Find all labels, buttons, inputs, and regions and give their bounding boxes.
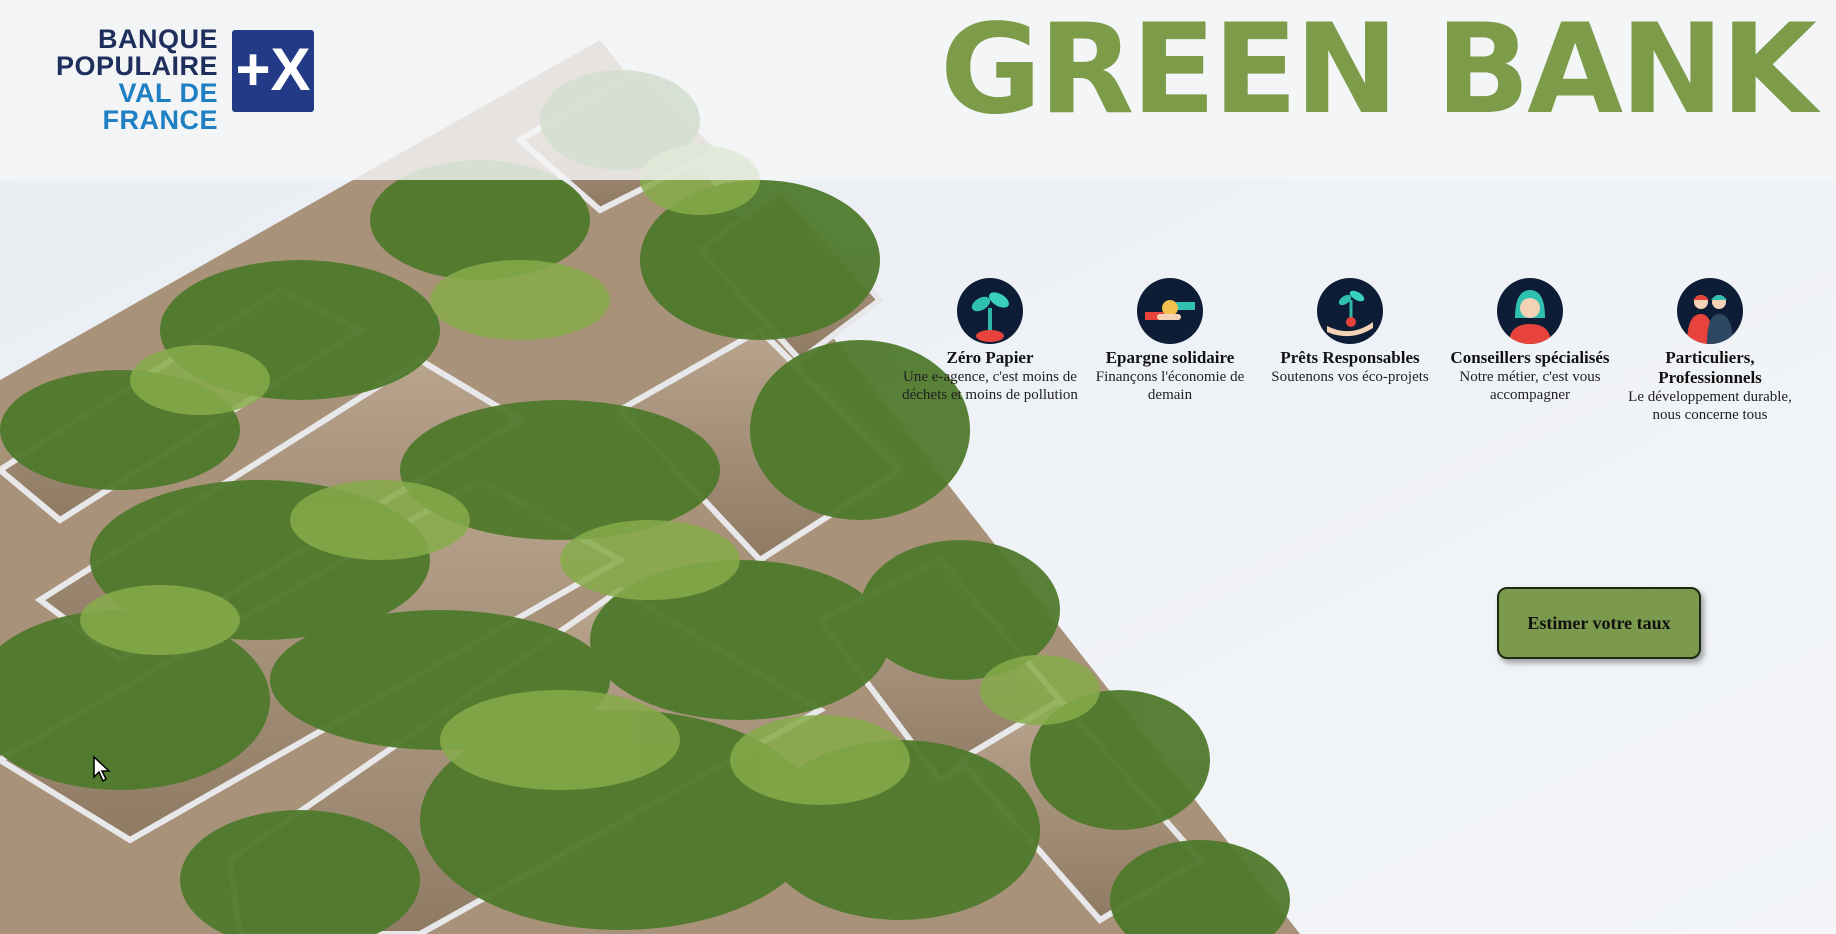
plant-in-hand-icon bbox=[1317, 278, 1383, 344]
feature-title: Particuliers, Professionnels bbox=[1658, 348, 1762, 387]
feature-responsible-loans: Prêts Responsables Soutenons vos éco-pro… bbox=[1260, 278, 1440, 386]
feature-title: Epargne solidaire bbox=[1105, 348, 1235, 367]
logo-line-1: BANQUE bbox=[97, 24, 218, 54]
feature-specialized-advisors: Conseillers spécialisés Notre métier, c'… bbox=[1440, 278, 1620, 404]
bank-logo[interactable]: BANQUE POPULAIRE VAL DE FRANCE +X bbox=[4, 26, 314, 134]
feature-description: Finançons l'économie de demain bbox=[1095, 369, 1245, 403]
handshake-icon bbox=[1137, 278, 1203, 344]
feature-description: Soutenons vos éco-projets bbox=[1271, 369, 1429, 385]
estimate-rate-button[interactable]: Estimer votre taux bbox=[1497, 587, 1701, 659]
logo-wordmark: BANQUE POPULAIRE VAL DE FRANCE bbox=[4, 26, 218, 134]
logo-line-3: VAL DE FRANCE bbox=[102, 78, 218, 135]
mouse-cursor-icon bbox=[93, 755, 111, 783]
logo-mark-icon: +X bbox=[232, 30, 314, 112]
logo-line-2: POPULAIRE bbox=[55, 51, 218, 81]
seedling-icon bbox=[957, 278, 1023, 344]
features-list: Zéro Papier Une e-agence, c'est moins de… bbox=[900, 278, 1800, 438]
feature-individuals-professionals: Particuliers, Professionnels Le développ… bbox=[1620, 278, 1800, 424]
feature-title: Prêts Responsables bbox=[1280, 348, 1420, 367]
logo-mark-text: +X bbox=[235, 36, 311, 103]
feature-title: Zéro Papier bbox=[946, 348, 1034, 367]
feature-description: Le développement durable, nous concerne … bbox=[1628, 389, 1792, 423]
page-title: GREEN BANK bbox=[940, 0, 1817, 142]
people-icon bbox=[1677, 278, 1743, 344]
advisor-avatar-icon bbox=[1497, 278, 1563, 344]
feature-solidarity-savings: Epargne solidaire Finançons l'économie d… bbox=[1080, 278, 1260, 404]
feature-description: Une e-agence, c'est moins de déchets et … bbox=[902, 369, 1078, 403]
feature-title: Conseillers spécialisés bbox=[1450, 348, 1610, 367]
feature-zero-paper: Zéro Papier Une e-agence, c'est moins de… bbox=[900, 278, 1080, 404]
feature-description: Notre métier, c'est vous accompagner bbox=[1459, 369, 1601, 403]
